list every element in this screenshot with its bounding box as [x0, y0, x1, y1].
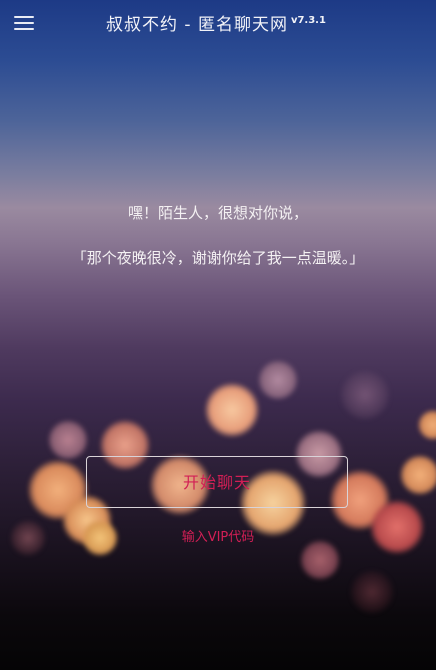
start-chat-button[interactable]: 开始聊天 [86, 456, 348, 508]
hamburger-menu-icon [14, 16, 34, 18]
menu-button[interactable] [14, 14, 36, 32]
app-version: v7.3.1 [290, 15, 326, 27]
hamburger-menu-icon-bar [14, 22, 34, 24]
app-screen: 叔叔不约 - 匿名聊天网 v7.3.1 嘿！陌生人，很想对你说， 「那个夜晚很冷，… [0, 0, 436, 670]
background-bokeh [0, 0, 436, 670]
app-title-text: 叔叔不约 - 匿名聊天网 [106, 15, 288, 35]
hamburger-menu-icon-bar [14, 28, 34, 30]
greeting-line-1: 嘿！陌生人，很想对你说， [127, 204, 308, 222]
vip-code-link[interactable]: 输入VIP代码 [0, 526, 436, 545]
greeting-line-2: 「那个夜晚很冷，谢谢你给了我一点温暖。」 [71, 249, 365, 267]
app-title: 叔叔不约 - 匿名聊天网 v7.3.1 [106, 10, 326, 35]
